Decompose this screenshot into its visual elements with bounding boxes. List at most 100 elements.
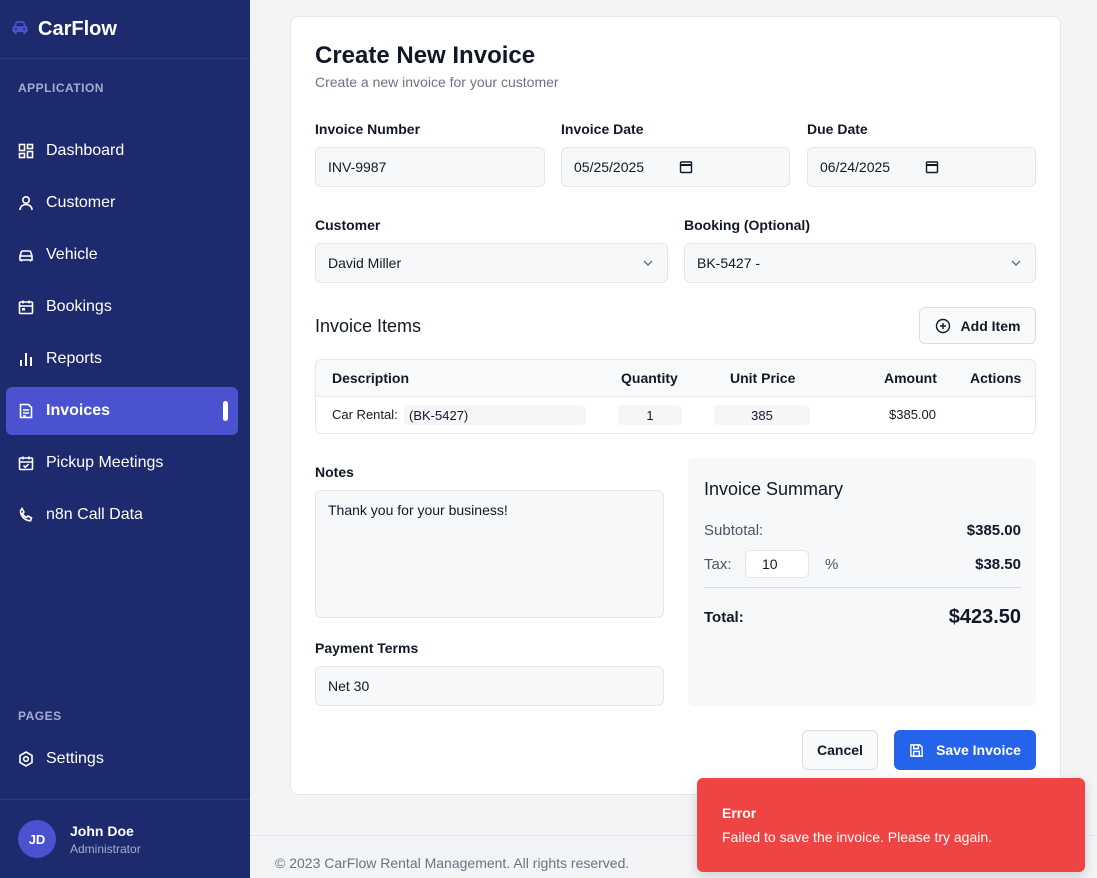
unit-price-input[interactable]: 385 <box>714 405 810 425</box>
sidebar-item-reports[interactable]: Reports <box>6 335 238 383</box>
save-invoice-button[interactable]: Save Invoice <box>894 730 1036 770</box>
invoice-date-input[interactable]: 05/25/2025 <box>561 147 790 187</box>
car-icon <box>18 247 34 263</box>
table-header: Description Quantity Unit Price Amount A… <box>316 360 1035 397</box>
chevron-down-icon <box>1009 256 1023 270</box>
notes-label: Notes <box>315 464 354 480</box>
sidebar-item-invoices[interactable]: Invoices <box>6 387 238 435</box>
error-toast[interactable]: Error Failed to save the invoice. Please… <box>697 778 1085 872</box>
sidebar-item-pickup-meetings[interactable]: Pickup Meetings <box>6 439 238 487</box>
payment-terms-input[interactable]: Net 30 <box>315 666 664 706</box>
phone-icon <box>18 507 34 523</box>
due-date-value: 06/24/2025 <box>820 159 891 175</box>
calendar-picker-icon[interactable] <box>679 160 693 174</box>
column-header-unit-price: Unit Price <box>730 370 796 386</box>
booking-value: BK-5427 - <box>697 255 761 271</box>
sidebar-item-bookings[interactable]: Bookings <box>6 283 238 331</box>
bar-chart-icon <box>18 351 34 367</box>
save-icon <box>909 743 924 758</box>
customer-value: David Miller <box>328 255 402 271</box>
brand[interactable]: CarFlow <box>0 0 250 59</box>
tax-rate-value: 10 <box>762 556 778 572</box>
invoice-form-card: Create New Invoice Create a new invoice … <box>290 16 1061 795</box>
invoice-icon <box>18 403 34 419</box>
app-name: CarFlow <box>38 17 117 40</box>
footer-copyright: © 2023 CarFlow Rental Management. All ri… <box>275 855 630 871</box>
invoice-number-input[interactable]: INV-9987 <box>315 147 545 187</box>
sidebar-item-label: Pickup Meetings <box>46 454 164 471</box>
quantity-value: 1 <box>646 407 654 423</box>
sidebar-item-vehicle[interactable]: Vehicle <box>6 231 238 279</box>
quantity-input[interactable]: 1 <box>618 405 682 425</box>
sidebar-item-dashboard[interactable]: Dashboard <box>6 127 238 175</box>
due-date-input[interactable]: 06/24/2025 <box>807 147 1036 187</box>
sidebar-item-label: Dashboard <box>46 142 125 159</box>
booking-label: Booking (Optional) <box>684 217 810 233</box>
payment-terms-label: Payment Terms <box>315 640 419 656</box>
sidebar-item-label: n8n Call Data <box>46 506 143 523</box>
invoice-number-value: INV-9987 <box>328 159 387 175</box>
sidebar-item-label: Reports <box>46 350 103 367</box>
dashboard-icon <box>18 143 34 159</box>
description-prefix: Car Rental: <box>332 407 398 422</box>
cancel-button[interactable]: Cancel <box>802 730 878 770</box>
summary-divider <box>704 587 1021 588</box>
sidebar-item-label: Vehicle <box>46 246 98 263</box>
tax-unit: % <box>825 556 839 573</box>
chevron-down-icon <box>641 256 655 270</box>
subtotal-label: Subtotal: <box>704 522 764 539</box>
sidebar-item-n8n-call-data[interactable]: n8n Call Data <box>6 491 238 539</box>
save-invoice-label: Save Invoice <box>936 742 1021 758</box>
sidebar-item-label: Settings <box>46 750 104 767</box>
tax-label: Tax: <box>704 556 732 573</box>
invoice-number-label: Invoice Number <box>315 121 421 137</box>
invoice-summary: Invoice Summary Subtotal: $385.00 Tax: 1… <box>688 458 1036 706</box>
due-date-label: Due Date <box>807 121 868 137</box>
calendar-picker-icon[interactable] <box>925 160 939 174</box>
sidebar-item-settings[interactable]: Settings <box>6 735 238 783</box>
invoice-items-table: Description Quantity Unit Price Amount A… <box>315 359 1036 434</box>
customer-label: Customer <box>315 217 381 233</box>
column-header-actions: Actions <box>970 370 1022 386</box>
summary-title: Invoice Summary <box>704 479 844 499</box>
sidebar-item-customer[interactable]: Customer <box>6 179 238 227</box>
amount-value: $385.00 <box>889 407 936 422</box>
user-icon <box>18 195 34 211</box>
tax-rate-input[interactable]: 10 <box>745 550 809 578</box>
section-label-pages: PAGES <box>18 709 62 723</box>
invoice-date-label: Invoice Date <box>561 121 644 137</box>
cancel-label: Cancel <box>817 742 863 758</box>
user-name: John Doe <box>70 822 134 839</box>
user-profile[interactable]: JD John Doe Administrator <box>0 799 250 878</box>
total-label: Total: <box>704 609 744 626</box>
notes-value: Thank you for your business! <box>328 502 508 518</box>
sidebar-item-label: Customer <box>46 194 116 211</box>
invoice-items-title: Invoice Items <box>315 316 422 336</box>
calendar-icon <box>18 299 34 315</box>
description-ref: (BK-5427) <box>409 407 469 423</box>
sidebar-item-label: Bookings <box>46 298 112 315</box>
column-header-description: Description <box>332 370 410 386</box>
plus-circle-icon <box>935 318 951 334</box>
unit-price-value: 385 <box>751 407 773 423</box>
booking-select[interactable]: BK-5427 - <box>684 243 1036 283</box>
avatar: JD <box>18 820 56 858</box>
add-item-button[interactable]: Add Item <box>919 307 1036 344</box>
toast-message: Failed to save the invoice. Please try a… <box>722 829 993 845</box>
section-label-application: APPLICATION <box>18 81 104 95</box>
description-input[interactable]: (BK-5427) <box>404 405 586 425</box>
toast-title: Error <box>722 805 757 821</box>
subtotal-value: $385.00 <box>966 522 1021 539</box>
total-value: $423.50 <box>948 606 1021 628</box>
invoice-date-value: 05/25/2025 <box>574 159 645 175</box>
payment-terms-value: Net 30 <box>328 678 370 694</box>
customer-select[interactable]: David Miller <box>315 243 668 283</box>
tax-amount-value: $38.50 <box>975 556 1021 573</box>
notes-textarea[interactable]: Thank you for your business! <box>315 490 664 618</box>
column-header-amount: Amount <box>884 370 937 386</box>
sidebar-item-label: Invoices <box>46 402 111 419</box>
sidebar: CarFlow APPLICATION Dashboard Customer V… <box>0 0 250 878</box>
user-role: Administrator <box>70 841 141 856</box>
column-header-quantity: Quantity <box>621 370 678 386</box>
calendar-check-icon <box>18 455 34 471</box>
